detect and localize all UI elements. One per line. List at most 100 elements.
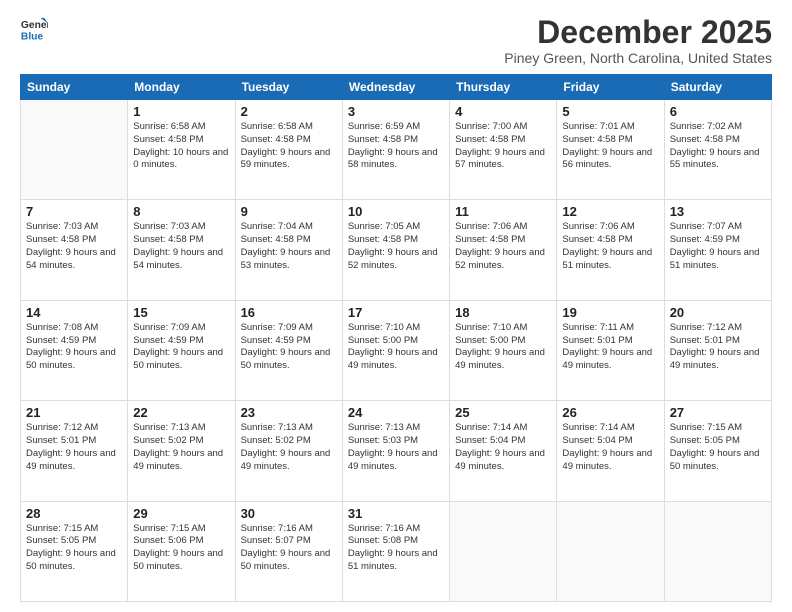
- calendar-header-row: Sunday Monday Tuesday Wednesday Thursday…: [21, 75, 772, 100]
- table-row: 30Sunrise: 7:16 AM Sunset: 5:07 PM Dayli…: [235, 501, 342, 601]
- day-number: 7: [26, 204, 122, 219]
- day-number: 29: [133, 506, 229, 521]
- table-row: 10Sunrise: 7:05 AM Sunset: 4:58 PM Dayli…: [342, 200, 449, 300]
- day-content: Sunrise: 7:01 AM Sunset: 4:58 PM Dayligh…: [562, 121, 658, 172]
- day-number: 14: [26, 305, 122, 320]
- day-number: 17: [348, 305, 444, 320]
- day-number: 27: [670, 405, 766, 420]
- day-number: 24: [348, 405, 444, 420]
- day-number: 28: [26, 506, 122, 521]
- day-content: Sunrise: 7:07 AM Sunset: 4:59 PM Dayligh…: [670, 221, 766, 272]
- table-row: 13 Sunrise: 7:07 AM Sunset: 4:59 PM Dayli…: [664, 200, 771, 300]
- day-content: Sunrise: 7:00 AM Sunset: 4:58 PM Dayligh…: [455, 121, 551, 172]
- table-row: 17Sunrise: 7:10 AM Sunset: 5:00 PM Dayli…: [342, 300, 449, 400]
- col-friday: Friday: [557, 75, 664, 100]
- table-row: 29 Sunrise: 7:15 AM Sunset: 5:06 PM Dayli…: [128, 501, 235, 601]
- day-content: Sunrise: 7:12 AM Sunset: 5:01 PM Dayligh…: [670, 322, 766, 373]
- table-row: [450, 501, 557, 601]
- table-row: 3Sunrise: 6:59 AM Sunset: 4:58 PM Daylig…: [342, 100, 449, 200]
- title-area: December 2025 Piney Green, North Carolin…: [504, 16, 772, 66]
- month-title: December 2025: [504, 16, 772, 48]
- day-content: Sunrise: 7:16 AM Sunset: 5:07 PM Dayligh…: [241, 523, 337, 574]
- table-row: 5 Sunrise: 7:01 AM Sunset: 4:58 PM Daylig…: [557, 100, 664, 200]
- day-content: Sunrise: 7:15 AM Sunset: 5:06 PM Dayligh…: [133, 523, 229, 574]
- table-row: 20 Sunrise: 7:12 AM Sunset: 5:01 PM Dayli…: [664, 300, 771, 400]
- day-number: 4: [455, 104, 551, 119]
- calendar-week-4: 28 Sunrise: 7:15 AM Sunset: 5:05 PM Dayli…: [21, 501, 772, 601]
- day-content: Sunrise: 7:09 AM Sunset: 4:59 PM Dayligh…: [241, 322, 337, 373]
- day-number: 31: [348, 506, 444, 521]
- day-number: 13: [670, 204, 766, 219]
- table-row: 25Sunrise: 7:14 AM Sunset: 5:04 PM Dayli…: [450, 401, 557, 501]
- day-content: Sunrise: 7:05 AM Sunset: 4:58 PM Dayligh…: [348, 221, 444, 272]
- table-row: 16 Sunrise: 7:09 AM Sunset: 4:59 PM Dayli…: [235, 300, 342, 400]
- day-number: 23: [241, 405, 337, 420]
- logo: General Blue: [20, 16, 48, 44]
- day-content: Sunrise: 6:58 AM Sunset: 4:58 PM Dayligh…: [241, 121, 337, 172]
- calendar-week-1: 7 Sunrise: 7:03 AM Sunset: 4:58 PM Daylig…: [21, 200, 772, 300]
- table-row: 22 Sunrise: 7:13 AM Sunset: 5:02 PM Dayli…: [128, 401, 235, 501]
- table-row: 27 Sunrise: 7:15 AM Sunset: 5:05 PM Dayli…: [664, 401, 771, 501]
- day-number: 5: [562, 104, 658, 119]
- calendar-week-3: 21 Sunrise: 7:12 AM Sunset: 5:01 PM Dayli…: [21, 401, 772, 501]
- day-content: Sunrise: 7:06 AM Sunset: 4:58 PM Dayligh…: [455, 221, 551, 272]
- table-row: 23 Sunrise: 7:13 AM Sunset: 5:02 PM Dayli…: [235, 401, 342, 501]
- day-number: 20: [670, 305, 766, 320]
- day-number: 3: [348, 104, 444, 119]
- col-saturday: Saturday: [664, 75, 771, 100]
- page: General Blue December 2025 Piney Green, …: [0, 0, 792, 612]
- day-number: 25: [455, 405, 551, 420]
- table-row: 14 Sunrise: 7:08 AM Sunset: 4:59 PM Dayli…: [21, 300, 128, 400]
- day-content: Sunrise: 7:13 AM Sunset: 5:02 PM Dayligh…: [241, 422, 337, 473]
- col-tuesday: Tuesday: [235, 75, 342, 100]
- table-row: 19 Sunrise: 7:11 AM Sunset: 5:01 PM Dayli…: [557, 300, 664, 400]
- day-content: Sunrise: 6:58 AM Sunset: 4:58 PM Dayligh…: [133, 121, 229, 172]
- day-number: 19: [562, 305, 658, 320]
- table-row: 24 Sunrise: 7:13 AM Sunset: 5:03 PM Dayli…: [342, 401, 449, 501]
- day-number: 15: [133, 305, 229, 320]
- col-thursday: Thursday: [450, 75, 557, 100]
- day-content: Sunrise: 7:09 AM Sunset: 4:59 PM Dayligh…: [133, 322, 229, 373]
- day-content: Sunrise: 7:16 AM Sunset: 5:08 PM Dayligh…: [348, 523, 444, 574]
- day-content: Sunrise: 7:15 AM Sunset: 5:05 PM Dayligh…: [26, 523, 122, 574]
- day-number: 12: [562, 204, 658, 219]
- calendar-week-0: 1 Sunrise: 6:58 AM Sunset: 4:58 PM Daylig…: [21, 100, 772, 200]
- day-number: 1: [133, 104, 229, 119]
- day-content: Sunrise: 7:13 AM Sunset: 5:03 PM Dayligh…: [348, 422, 444, 473]
- day-number: 22: [133, 405, 229, 420]
- day-number: 6: [670, 104, 766, 119]
- day-content: Sunrise: 7:02 AM Sunset: 4:58 PM Dayligh…: [670, 121, 766, 172]
- day-content: Sunrise: 7:11 AM Sunset: 5:01 PM Dayligh…: [562, 322, 658, 373]
- table-row: 6 Sunrise: 7:02 AM Sunset: 4:58 PM Daylig…: [664, 100, 771, 200]
- table-row: 26 Sunrise: 7:14 AM Sunset: 5:04 PM Dayli…: [557, 401, 664, 501]
- day-number: 26: [562, 405, 658, 420]
- day-content: Sunrise: 7:14 AM Sunset: 5:04 PM Dayligh…: [562, 422, 658, 473]
- day-content: Sunrise: 7:03 AM Sunset: 4:58 PM Dayligh…: [26, 221, 122, 272]
- day-content: Sunrise: 7:08 AM Sunset: 4:59 PM Dayligh…: [26, 322, 122, 373]
- table-row: [557, 501, 664, 601]
- table-row: 18 Sunrise: 7:10 AM Sunset: 5:00 PM Dayli…: [450, 300, 557, 400]
- location: Piney Green, North Carolina, United Stat…: [504, 50, 772, 66]
- table-row: 9Sunrise: 7:04 AM Sunset: 4:58 PM Daylig…: [235, 200, 342, 300]
- svg-text:Blue: Blue: [21, 31, 44, 42]
- day-number: 9: [241, 204, 337, 219]
- calendar-week-2: 14 Sunrise: 7:08 AM Sunset: 4:59 PM Dayli…: [21, 300, 772, 400]
- col-monday: Monday: [128, 75, 235, 100]
- day-number: 16: [241, 305, 337, 320]
- table-row: 1 Sunrise: 6:58 AM Sunset: 4:58 PM Daylig…: [128, 100, 235, 200]
- col-wednesday: Wednesday: [342, 75, 449, 100]
- day-content: Sunrise: 7:03 AM Sunset: 4:58 PM Dayligh…: [133, 221, 229, 272]
- day-content: Sunrise: 7:12 AM Sunset: 5:01 PM Dayligh…: [26, 422, 122, 473]
- table-row: 31 Sunrise: 7:16 AM Sunset: 5:08 PM Dayli…: [342, 501, 449, 601]
- day-content: Sunrise: 7:06 AM Sunset: 4:58 PM Dayligh…: [562, 221, 658, 272]
- day-content: Sunrise: 7:10 AM Sunset: 5:00 PM Dayligh…: [455, 322, 551, 373]
- table-row: 12 Sunrise: 7:06 AM Sunset: 4:58 PM Dayli…: [557, 200, 664, 300]
- day-number: 11: [455, 204, 551, 219]
- day-number: 21: [26, 405, 122, 420]
- calendar: Sunday Monday Tuesday Wednesday Thursday…: [20, 74, 772, 602]
- table-row: 8Sunrise: 7:03 AM Sunset: 4:58 PM Daylig…: [128, 200, 235, 300]
- day-content: Sunrise: 7:13 AM Sunset: 5:02 PM Dayligh…: [133, 422, 229, 473]
- table-row: 28 Sunrise: 7:15 AM Sunset: 5:05 PM Dayli…: [21, 501, 128, 601]
- day-number: 18: [455, 305, 551, 320]
- day-content: Sunrise: 7:15 AM Sunset: 5:05 PM Dayligh…: [670, 422, 766, 473]
